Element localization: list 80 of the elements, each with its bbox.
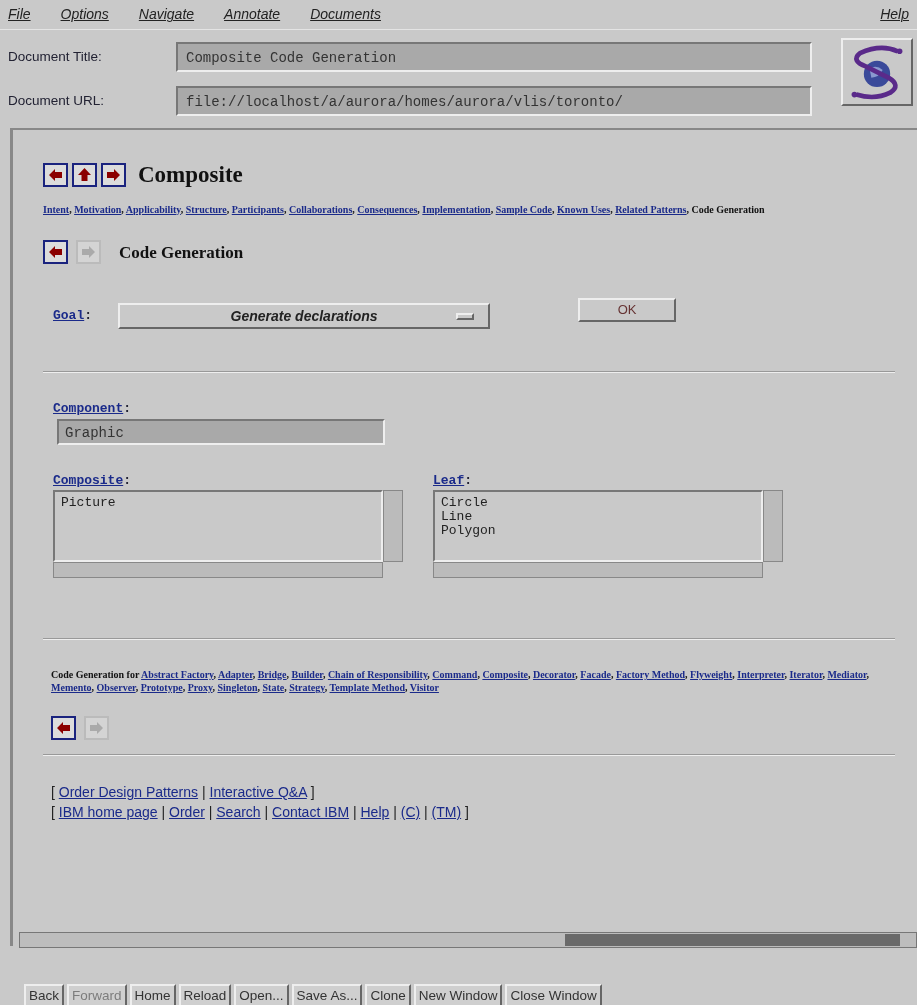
link[interactable]: Implementation [422, 203, 491, 215]
list-item[interactable]: Line [441, 510, 755, 524]
link[interactable]: Interactive Q&A [209, 784, 307, 800]
link[interactable]: Mediator [827, 669, 867, 680]
link[interactable]: Related Patterns [615, 203, 687, 215]
section-links: Intent, Motivation, Applicability, Structure, Participants, Collaborations, Consequences, Implementation, Sample Code, Known Uses, Related Patterns, Code Generation [43, 202, 766, 216]
vertical-scrollbar[interactable] [383, 490, 403, 562]
link[interactable]: IBM home page [58, 804, 158, 820]
link[interactable]: Help [360, 804, 390, 820]
toolbar-button[interactable]: Close Window [505, 984, 602, 1005]
page-heading: Composite [138, 161, 243, 189]
link[interactable]: Leaf [433, 472, 465, 488]
toolbar-button[interactable]: Back [24, 984, 64, 1005]
field-label: Composite: [53, 471, 133, 490]
link[interactable]: Bridge [257, 669, 287, 680]
link[interactable]: Singleton [217, 682, 258, 693]
menu-item[interactable]: Documents [310, 4, 381, 25]
menu-item[interactable]: Options [60, 4, 109, 25]
back-arrow-button[interactable] [51, 716, 76, 740]
vertical-scrollbar[interactable] [763, 490, 783, 562]
list-item[interactable]: Polygon [441, 524, 755, 538]
link[interactable]: Template Method [329, 682, 405, 693]
link[interactable]: Applicability [125, 203, 181, 215]
menu-item[interactable]: Annotate [224, 4, 281, 25]
link[interactable]: Prototype [140, 682, 183, 693]
horizontal-scrollbar[interactable] [53, 562, 383, 578]
section-heading: Code Generation [119, 241, 244, 264]
field-label: Goal: [53, 307, 93, 326]
list-box[interactable]: Picture [53, 490, 383, 562]
link[interactable]: Composite [482, 669, 528, 680]
link[interactable]: (TM) [431, 804, 462, 820]
list-box[interactable]: Circle Line Polygon [433, 490, 763, 562]
link[interactable]: Abstract Factory [141, 669, 214, 680]
text-field[interactable]: file://localhost/a/aurora/homes/aurora/vlis/toronto/ [176, 86, 812, 116]
link[interactable]: (C) [400, 804, 421, 820]
link[interactable]: Composite [53, 472, 124, 488]
toolbar-button[interactable]: Clone [365, 984, 411, 1005]
link[interactable]: Structure [185, 203, 227, 215]
horizontal-scrollbar[interactable] [433, 562, 763, 578]
footer-links: [ IBM home page | Order | Search | Contact IBM | Help | (C) | (TM) ] [51, 803, 470, 822]
toolbar-button[interactable]: Open... [234, 984, 289, 1005]
field-label: Document Title: [8, 47, 103, 66]
link[interactable]: Goal [53, 308, 85, 324]
back-arrow-button[interactable] [43, 163, 68, 188]
text-field[interactable]: Graphic [57, 418, 385, 445]
field-label: Component: [53, 400, 133, 418]
up-arrow-button[interactable] [72, 163, 97, 188]
link[interactable]: Visitor [409, 682, 439, 693]
back-arrow-button[interactable] [43, 240, 68, 265]
toolbar-button[interactable]: New Window [413, 984, 503, 1005]
ok-button[interactable]: OK [578, 298, 677, 322]
link[interactable]: Builder [291, 669, 323, 680]
link[interactable]: Facade [580, 669, 611, 680]
menu-item[interactable]: Navigate [138, 4, 195, 25]
logo-drawing[interactable] [841, 38, 913, 106]
toolbar-button[interactable]: Home [129, 984, 176, 1005]
text-field[interactable]: Composite Code Generation [176, 42, 812, 72]
forward-arrow-button[interactable] [101, 163, 126, 188]
toolbar-button[interactable]: Save As... [291, 984, 363, 1005]
field-label: Leaf: [433, 471, 474, 490]
menu-item[interactable]: File [8, 4, 31, 25]
toolbar-button[interactable]: Reload [178, 984, 232, 1005]
field-label: Document URL: [8, 91, 106, 110]
link[interactable]: Order Design Patterns [58, 784, 199, 800]
link[interactable]: Memento [51, 682, 92, 693]
link[interactable]: Participants [231, 203, 284, 215]
link[interactable]: Contact IBM [272, 804, 350, 820]
link[interactable]: Adapter [218, 669, 253, 680]
horizontal-scrollbar[interactable] [19, 932, 917, 948]
link[interactable]: Search [216, 804, 261, 820]
footer-links: [ Order Design Patterns | Interactive Q&A ] [51, 783, 316, 802]
link[interactable]: Strategy [289, 682, 325, 693]
pattern-links: Code Generation for Abstract Factory, Adapter, Bridge, Builder, Chain of Responsibility, Command, Composite, Decorator, Facade, Factory Method, Flyweight, Interpreter, Iterator, Mediator, Memento, Observer, Prototype, Proxy, Singleton, State, Strategy, Template Method, Visitor [51, 668, 870, 694]
list-item[interactable]: Circle [441, 496, 755, 510]
link[interactable]: Component [53, 401, 124, 416]
menu-item[interactable]: Help [880, 4, 909, 25]
list-item[interactable]: Picture [61, 496, 375, 510]
link[interactable]: Order [169, 804, 205, 820]
link[interactable]: Observer [96, 682, 136, 693]
goal-dropdown[interactable]: Generate declarations [118, 303, 491, 329]
